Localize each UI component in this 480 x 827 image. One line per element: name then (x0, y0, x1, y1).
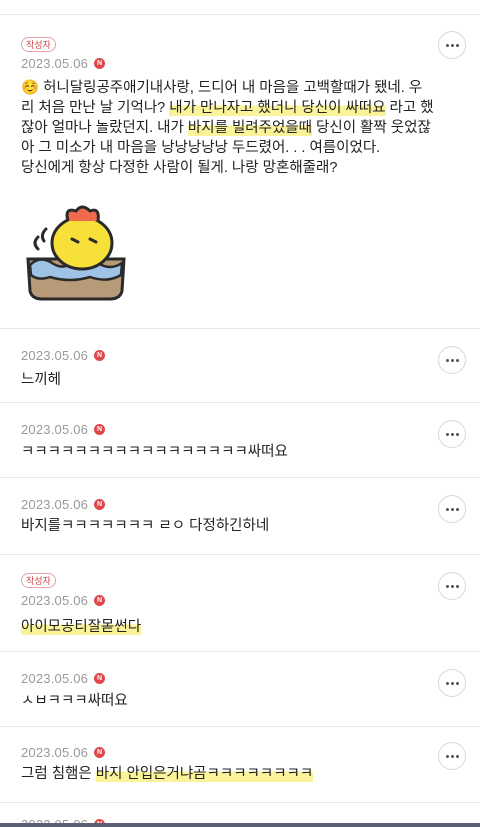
comment-text: ☺️ 허니달링공주애기내사랑, 드디어 내 마음을 고백할때가 됐네. 우 리 … (21, 78, 450, 178)
more-dots-icon (445, 358, 459, 362)
more-dots-icon (445, 507, 459, 511)
comment-line: ☺️ 허니달링공주애기내사랑, 드디어 내 마음을 고백할때가 됐네. 우 (21, 80, 423, 96)
comment-date: 2023.05.06 (21, 347, 89, 363)
text-span: 그럼 침햄은 (21, 766, 96, 782)
text-span: 잖아 얼마나 놀랐던지. 내가 (21, 120, 188, 136)
comment-line: 당신에게 항상 다정한 사람이 될게. 나랑 망혼해줄래? (21, 160, 338, 176)
comment-line: 잖아 얼마나 놀랐던지. 내가 바지를 빌려주었을때 당신이 활짝 웃었잖 (21, 118, 450, 138)
top-divider (0, 0, 480, 15)
comment-text: 바지를ㅋㅋㅋㅋㅋㅋㅋ ㄹㅇ 다정하긴하네 (21, 518, 270, 534)
comment-meta: 2023.05.06 N (21, 670, 106, 686)
text-span: 당신이 활짝 웃었잖 (311, 120, 431, 136)
chick-sticker-icon (26, 205, 126, 301)
comment-meta: 2023.05.06 N (21, 421, 106, 437)
new-badge: N (94, 594, 106, 606)
comment-item: 2023.05.06 N 바지를ㅋㅋㅋㅋㅋㅋㅋ ㄹㅇ 다정하긴하네 (0, 479, 480, 555)
comment-item: 2023.05.06 N 느끼헤 (0, 330, 480, 403)
text-span: 리 처음 만난 날 기억나? (21, 100, 170, 116)
highlighted-text: 아이모공티잘몯썬다 (21, 619, 142, 635)
more-options-button[interactable] (438, 31, 466, 59)
new-badge: N (94, 498, 106, 510)
highlighted-text: 바지 안입은거냐곰ㅋㅋㅋㅋㅋㅋㅋㅋ (95, 766, 314, 782)
new-badge: N (94, 746, 106, 758)
author-badge: 작성자 (21, 573, 56, 588)
bottom-bar (0, 823, 480, 827)
highlighted-text: 내가 만나자고 했더니 당신이 싸떠요 (169, 100, 386, 116)
comment-line: 리 처음 만난 날 기억나? 내가 만나자고 했더니 당신이 싸떠요 라고 했 (21, 98, 450, 118)
comment-item: 2023.05.06 N ㅅㅂㅋㅋㅋ싸떠요 (0, 653, 480, 727)
more-dots-icon (445, 754, 459, 758)
comment-meta: 2023.05.06 N (21, 347, 106, 363)
more-dots-icon (445, 432, 459, 436)
comment-date: 2023.05.06 (21, 744, 89, 760)
comment-meta: 2023.05.06 N (21, 496, 106, 512)
more-dots-icon (445, 584, 459, 588)
comment-text: 느끼헤 (21, 372, 62, 388)
new-badge: N (94, 423, 106, 435)
comment-date: 2023.05.06 (21, 592, 89, 608)
new-badge: N (94, 57, 106, 69)
comment-item: 작성자 2023.05.06 N ☺️ 허니달링공주애기내사랑, 드디어 내 마… (0, 15, 480, 329)
comment-meta: 2023.05.06 N (21, 55, 106, 71)
comment-text: ㅋㅋㅋㅋㅋㅋㅋㅋㅋㅋㅋㅋㅋㅋㅋㅋㅋ싸떠요 (21, 444, 288, 460)
comment-line: 아 그 미소가 내 마음을 낭낭낭낭낭 두드렸어. . . 여름이었다. (21, 140, 381, 156)
comment-item: 작성자 2023.05.06 N 아이모공티잘몯썬다 (0, 556, 480, 652)
comment-meta: 2023.05.06 N (21, 592, 106, 608)
more-options-button[interactable] (438, 572, 466, 600)
comment-item: 2023.05.06 N 그럼 침햄은 바지 안입은거냐곰ㅋㅋㅋㅋㅋㅋㅋㅋ (0, 728, 480, 803)
more-dots-icon (445, 43, 459, 47)
comment-date: 2023.05.06 (21, 496, 89, 512)
text-span: 라고 했 (385, 100, 434, 116)
highlighted-text: 바지를 빌려주었을때 (187, 120, 312, 136)
new-badge: N (94, 349, 106, 361)
comment-text: 아이모공티잘몯썬다 (21, 617, 450, 637)
comment-date: 2023.05.06 (21, 421, 89, 437)
comment-text: 그럼 침햄은 바지 안입은거냐곰ㅋㅋㅋㅋㅋㅋㅋㅋ (21, 764, 450, 784)
comment-date: 2023.05.06 (21, 670, 89, 686)
comment-meta: 2023.05.06 N (21, 744, 106, 760)
comment-text: ㅅㅂㅋㅋㅋ싸떠요 (21, 693, 128, 709)
comment-date: 2023.05.06 (21, 55, 89, 71)
new-badge: N (94, 672, 106, 684)
comment-item: 2023.05.06 N ㅋㅋㅋㅋㅋㅋㅋㅋㅋㅋㅋㅋㅋㅋㅋㅋㅋ싸떠요 (0, 404, 480, 478)
more-dots-icon (445, 681, 459, 685)
author-badge: 작성자 (21, 37, 56, 52)
